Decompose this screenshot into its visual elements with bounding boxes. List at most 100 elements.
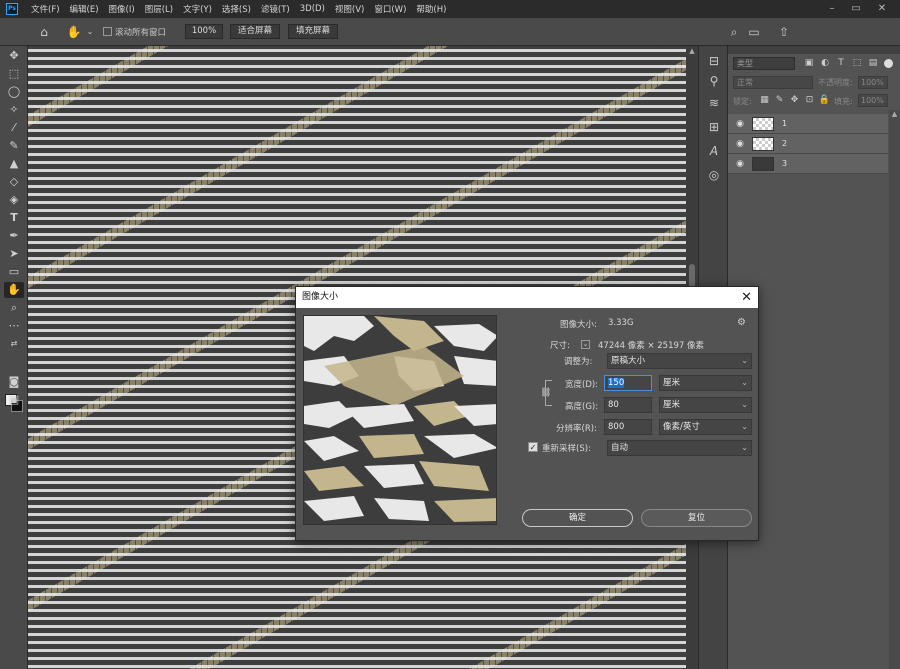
workspace-icon[interactable]: ▭	[746, 24, 762, 40]
visibility-eye-icon[interactable]: ◉	[734, 118, 746, 130]
filter-smart-object-icon[interactable]: ▤	[866, 56, 880, 70]
visibility-eye-icon[interactable]: ◉	[734, 138, 746, 150]
lock-label: 锁定:	[733, 97, 752, 106]
pen-tool-icon[interactable]: ✒	[4, 228, 24, 244]
libraries-icon[interactable]: ◎	[705, 166, 723, 184]
search-icon[interactable]: ⌕	[726, 24, 742, 40]
resolution-input[interactable]: 800	[604, 419, 652, 435]
menu-help[interactable]: 帮助(H)	[411, 3, 451, 15]
filter-adjustment-icon[interactable]: ◐	[818, 56, 832, 70]
menu-3d[interactable]: 3D(D)	[295, 4, 330, 14]
ok-button[interactable]: 确定	[522, 509, 633, 527]
character-icon[interactable]: A	[705, 142, 723, 160]
zoom-100-button[interactable]: 100%	[185, 24, 223, 39]
resolution-value: 800	[608, 422, 625, 432]
layer-thumbnail	[752, 117, 774, 131]
height-input[interactable]: 80	[604, 397, 652, 413]
blend-mode-select[interactable]: 正常	[733, 76, 813, 89]
lock-all-icon[interactable]: 🔒	[818, 94, 831, 107]
type-tool-icon[interactable]: T	[4, 210, 24, 226]
lock-artboard-icon[interactable]: ⊡	[803, 94, 816, 107]
resolution-unit-select[interactable]: 像素/英寸 ⌄	[659, 419, 752, 435]
layer-row[interactable]: ◉ 2	[728, 134, 888, 154]
visibility-eye-icon[interactable]: ◉	[734, 158, 746, 170]
eyedropper-tool-icon[interactable]: ⁄	[4, 120, 24, 136]
menu-window[interactable]: 窗口(W)	[369, 3, 411, 15]
tool-preset-chevron-icon[interactable]: ⌄	[82, 24, 98, 40]
opacity-input[interactable]: 100%	[858, 76, 888, 89]
rectangle-tool-icon[interactable]: ▭	[4, 264, 24, 280]
minimize-icon[interactable]: –	[820, 0, 844, 18]
more-tools-icon[interactable]: ⋯	[4, 318, 24, 334]
dialog-title: 图像大小 ✕	[296, 287, 758, 308]
brush-tool-icon[interactable]: ✎	[4, 138, 24, 154]
path-selection-tool-icon[interactable]: ➤	[4, 246, 24, 262]
scroll-up-icon[interactable]: ▲	[686, 46, 698, 56]
panel-scroll-up-icon[interactable]: ▲	[889, 110, 900, 118]
menu-edit[interactable]: 编辑(E)	[65, 3, 104, 15]
layer-row[interactable]: ◉ 1	[728, 114, 888, 134]
eraser-tool-icon[interactable]: ◇	[4, 174, 24, 190]
lock-transparency-icon[interactable]: ▦	[758, 94, 771, 107]
screen-mode-icon[interactable]: ▣	[4, 392, 24, 408]
magic-wand-tool-icon[interactable]: ✧	[4, 102, 24, 118]
menu-type[interactable]: 文字(Y)	[178, 3, 217, 15]
menu-select[interactable]: 选择(S)	[217, 3, 256, 15]
fit-screen-button[interactable]: 适合屏幕	[230, 24, 280, 39]
lock-icons: ▦ ✎ ✥ ⊡ 🔒	[758, 94, 833, 107]
scroll-all-windows-checkbox[interactable]	[103, 27, 112, 36]
dialog-title-text: 图像大小	[302, 292, 339, 302]
hand-tool-active-icon[interactable]: ✋	[4, 282, 24, 298]
lock-image-icon[interactable]: ✎	[773, 94, 786, 107]
adjustments-icon[interactable]: ≋	[705, 94, 723, 112]
dialog-close-icon[interactable]: ✕	[741, 287, 752, 308]
tools-panel: ✥ ⬚ ◯ ✧ ⁄ ✎ ▲ ◇ ◈ T ✒ ➤ ▭ ✋ ⌕ ⋯ ⇄ ◙ ▣	[0, 46, 28, 669]
move-tool-icon[interactable]: ✥	[4, 48, 24, 64]
reset-button[interactable]: 复位	[641, 509, 752, 527]
share-icon[interactable]: ⇧	[776, 24, 792, 40]
maximize-icon[interactable]: ▭	[844, 0, 868, 18]
fill-input[interactable]: 100%	[858, 94, 888, 107]
layers-panel-scrollbar[interactable]: ▲	[889, 110, 900, 669]
fill-screen-button[interactable]: 填充屏幕	[288, 24, 338, 39]
menu-file[interactable]: 文件(F)	[26, 3, 65, 15]
image-preview[interactable]	[303, 315, 497, 525]
filter-toggle-icon[interactable]	[884, 59, 893, 68]
gear-icon[interactable]: ⚙	[737, 317, 746, 328]
window-close-icon[interactable]: ✕	[870, 0, 894, 18]
home-icon[interactable]: ⌂	[36, 24, 52, 40]
history-icon[interactable]: ⊟	[705, 52, 723, 70]
layer-row[interactable]: ◉ 3	[728, 154, 888, 174]
filter-shape-icon[interactable]: ⬚	[850, 56, 864, 70]
height-unit-select[interactable]: 厘米 ⌄	[659, 397, 752, 413]
layer-filter-input[interactable]: 类型	[733, 57, 795, 70]
resample-label: 重新采样(S):	[542, 444, 591, 454]
chain-link-icon[interactable]: ⛓	[540, 386, 551, 400]
layer-filter-icons: ▣ ◐ T ⬚ ▤	[802, 56, 882, 70]
lasso-tool-icon[interactable]: ◯	[4, 84, 24, 100]
fit-to-label: 调整为:	[564, 357, 593, 367]
swap-colors-icon[interactable]: ⇄	[4, 336, 24, 352]
channels-icon[interactable]: ⊞	[705, 118, 723, 136]
marquee-tool-icon[interactable]: ⬚	[4, 66, 24, 82]
resample-select[interactable]: 自动 ⌄	[607, 440, 752, 456]
paint-bucket-tool-icon[interactable]: ◈	[4, 192, 24, 208]
width-input[interactable]: 150	[604, 375, 652, 391]
width-unit-select[interactable]: 厘米 ⌄	[659, 375, 752, 391]
menu-layer[interactable]: 图层(L)	[140, 3, 178, 15]
menu-filter[interactable]: 滤镜(T)	[256, 3, 295, 15]
quick-mask-icon[interactable]: ◙	[4, 374, 24, 390]
zoom-tool-icon[interactable]: ⌕	[4, 300, 24, 316]
properties-icon[interactable]: ⚲	[705, 72, 723, 90]
width-label: 宽度(D):	[565, 380, 599, 390]
dimensions-unit-chevron-icon[interactable]: ⌄	[581, 340, 590, 349]
filter-pixel-icon[interactable]: ▣	[802, 56, 816, 70]
resample-checkbox[interactable]: ✓	[528, 442, 538, 452]
menu-view[interactable]: 视图(V)	[330, 3, 369, 15]
fit-to-select[interactable]: 原稿大小 ⌄	[607, 353, 752, 369]
stamp-tool-icon[interactable]: ▲	[4, 156, 24, 172]
filter-type-icon[interactable]: T	[834, 56, 848, 70]
menu-image[interactable]: 图像(I)	[104, 3, 140, 15]
hand-tool-icon[interactable]: ✋	[66, 24, 82, 40]
lock-position-icon[interactable]: ✥	[788, 94, 801, 107]
